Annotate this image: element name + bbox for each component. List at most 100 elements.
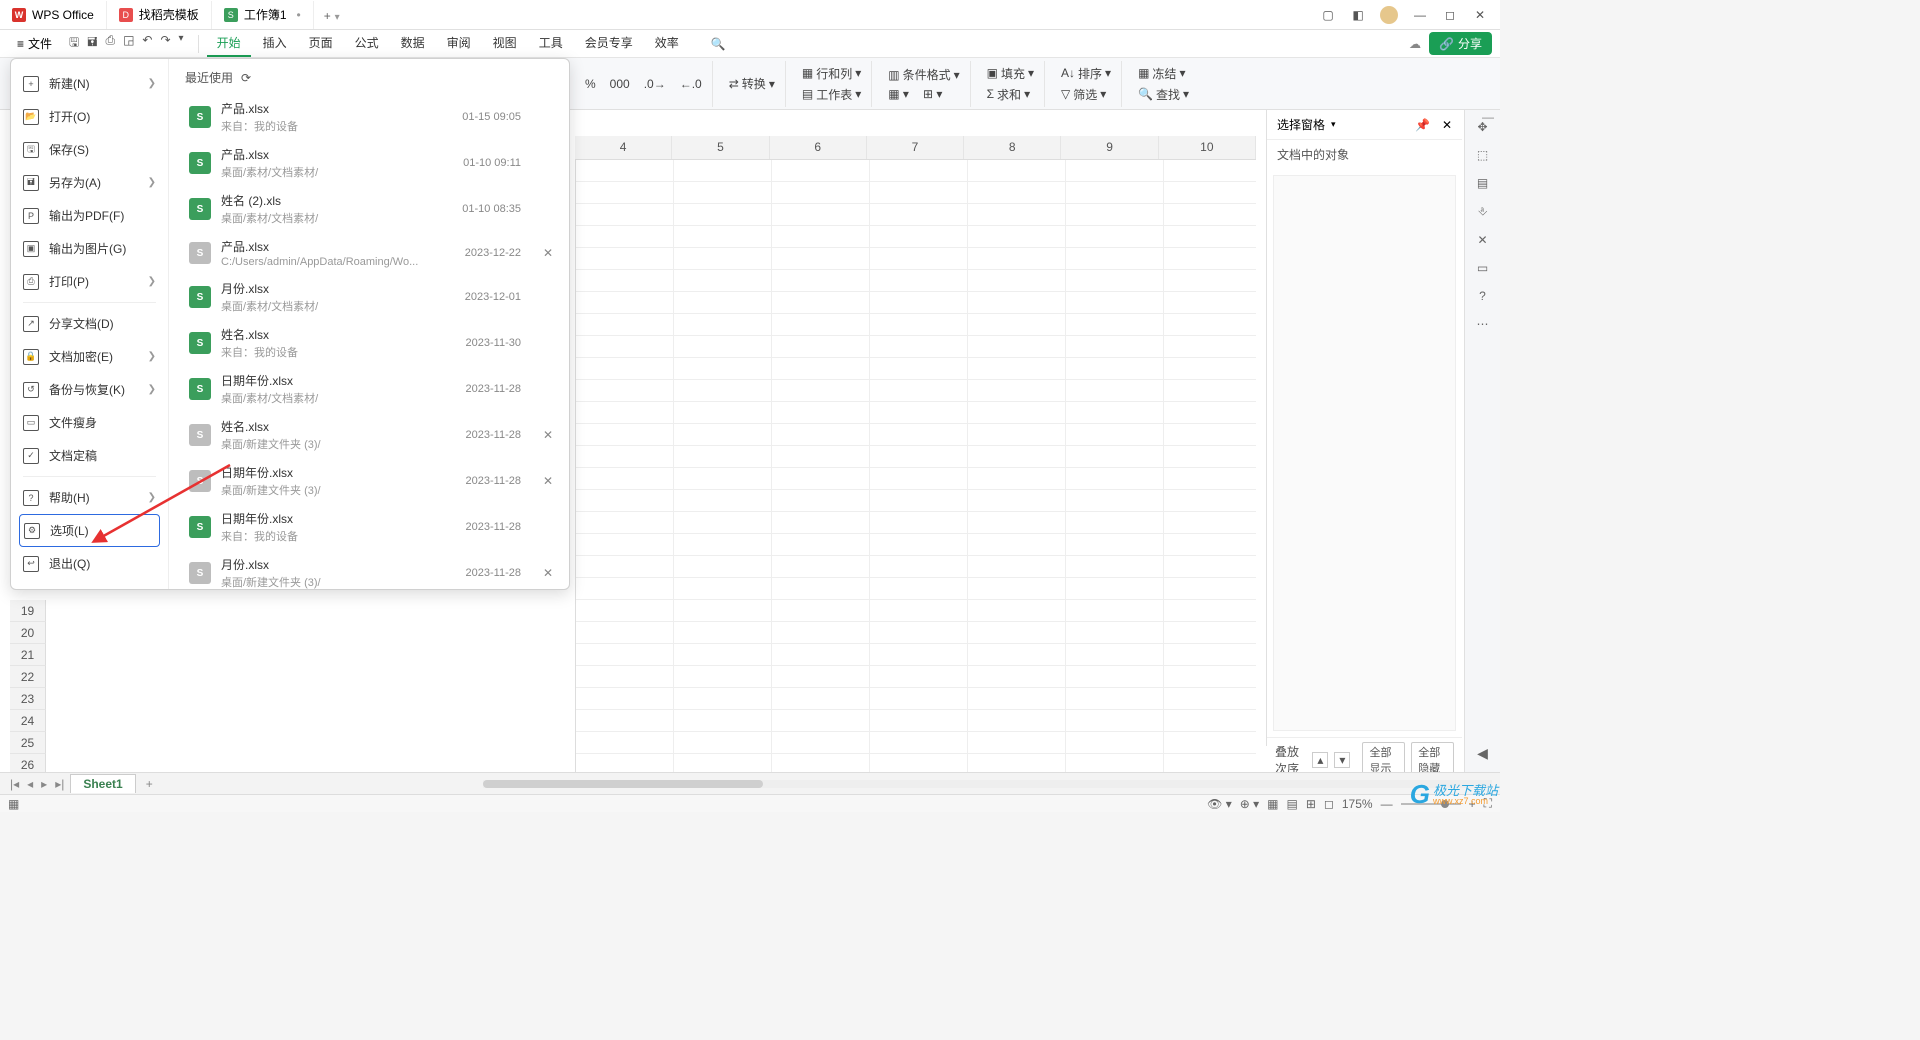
maximize-icon[interactable]: ◻ [1442, 7, 1458, 23]
recent-item[interactable]: S 日期年份.xlsx 桌面/素材/文档素材/ 2023-11-28 [185, 366, 559, 412]
recent-item[interactable]: S 产品.xlsx 来自：我的设备 01-15 09:05 [185, 94, 559, 140]
recent-remove-icon[interactable]: ✕ [541, 246, 555, 260]
col-header[interactable]: 5 [672, 136, 769, 159]
minimize-icon[interactable]: — [1412, 7, 1428, 23]
row-header[interactable]: 20 [10, 622, 46, 644]
tab-page[interactable]: 页面 [299, 30, 343, 57]
file-open[interactable]: 📂打开(O) [11, 100, 168, 133]
tab-member[interactable]: 会员专享 [575, 30, 643, 57]
redo-icon[interactable]: ↷ [160, 33, 170, 54]
row-header[interactable]: 21 [10, 644, 46, 666]
worksheet-button[interactable]: ▤工作表 ▾ [798, 85, 865, 104]
sum-button[interactable]: Σ求和 ▾ [983, 85, 1038, 104]
file-save[interactable]: 🖫保存(S) [11, 133, 168, 166]
fill-button[interactable]: ▣填充 ▾ [983, 64, 1038, 83]
sheet-add-button[interactable]: + [140, 777, 159, 791]
row-header[interactable]: 24 [10, 710, 46, 732]
recent-item[interactable]: S 产品.xlsx 桌面/素材/文档素材/ 01-10 09:11 [185, 140, 559, 186]
recent-item[interactable]: S 月份.xlsx 桌面/素材/文档素材/ 2023-12-01 [185, 274, 559, 320]
recent-remove-icon[interactable]: ✕ [541, 474, 555, 488]
recent-item[interactable]: S 日期年份.xlsx 桌面/新建文件夹 (3)/ 2023-11-28 ✕ [185, 458, 559, 504]
panel-icon[interactable]: ▢ [1320, 7, 1336, 23]
tab-formula[interactable]: 公式 [345, 30, 389, 57]
app-tab-template[interactable]: D 找稻壳模板 [107, 1, 212, 29]
recent-item[interactable]: S 产品.xlsx C:/Users/admin/AppData/Roaming… [185, 232, 559, 274]
file-exit[interactable]: ↩退出(Q) [11, 547, 168, 580]
filter-button[interactable]: ▽筛选 ▾ [1057, 85, 1115, 104]
sheet-next-icon[interactable]: ▸ [39, 777, 49, 791]
sheet-first-icon[interactable]: |◂ [8, 777, 21, 791]
col-header[interactable]: 4 [575, 136, 672, 159]
percent-button[interactable]: % [581, 76, 600, 92]
print-icon[interactable]: ⎙ [105, 33, 115, 54]
print-preview-icon[interactable]: ◲ [123, 33, 134, 54]
tab-start[interactable]: 开始 [207, 30, 251, 57]
file-menu-button[interactable]: ≡ 文件 [8, 31, 61, 56]
search-icon[interactable]: 🔍 [711, 37, 726, 51]
refresh-icon[interactable]: ⟳ [241, 71, 251, 85]
app-tab-workbook[interactable]: S 工作簿1 • [212, 1, 314, 29]
decimal-dec-icon[interactable]: ←.0 [676, 76, 706, 92]
decimal-inc-icon[interactable]: .0→ [640, 76, 670, 92]
layout-icon[interactable]: ▤ [1477, 176, 1488, 190]
undo-icon[interactable]: ↶ [142, 33, 152, 54]
status-icon[interactable]: ▦ [8, 797, 19, 811]
zoom-out-icon[interactable]: — [1381, 797, 1393, 811]
book-icon[interactable]: ▭ [1477, 261, 1488, 275]
thousand-sep-icon[interactable]: 000 [606, 76, 634, 92]
file-final[interactable]: ✓文档定稿 [11, 439, 168, 472]
col-header[interactable]: 6 [770, 136, 867, 159]
file-help[interactable]: ?帮助(H)❯ [11, 481, 168, 514]
h-scrollbar[interactable] [483, 780, 1492, 788]
recent-remove-icon[interactable]: ✕ [541, 566, 555, 580]
order-down-icon[interactable]: ▾ [1334, 752, 1350, 768]
file-backup[interactable]: ↺备份与恢复(K)❯ [11, 373, 168, 406]
file-encrypt[interactable]: 🔒文档加密(E)❯ [11, 340, 168, 373]
convert-button[interactable]: ⇄转换 ▾ [725, 74, 779, 93]
view-read-icon[interactable]: ◻ [1324, 797, 1334, 811]
close-window-icon[interactable]: ✕ [1472, 7, 1488, 23]
cond-format-button[interactable]: ▥条件格式 ▾ [884, 65, 963, 84]
recent-remove-icon[interactable]: ✕ [541, 428, 555, 442]
collapse-icon[interactable]: — [1482, 110, 1494, 124]
file-slim[interactable]: ▭文件瘦身 [11, 406, 168, 439]
col-header[interactable]: 9 [1061, 136, 1158, 159]
tools-icon[interactable]: ✕ [1477, 233, 1487, 247]
expand-tri-icon[interactable]: ◀ [1477, 745, 1488, 762]
row-header[interactable]: 23 [10, 688, 46, 710]
row-header[interactable]: 25 [10, 732, 46, 754]
sort-button[interactable]: A↓排序 ▾ [1057, 64, 1115, 83]
recent-item[interactable]: S 姓名 (2).xls 桌面/素材/文档素材/ 01-10 08:35 [185, 186, 559, 232]
col-header[interactable]: 7 [867, 136, 964, 159]
cube-icon[interactable]: ◧ [1350, 7, 1366, 23]
user-avatar-icon[interactable] [1380, 6, 1398, 24]
tab-view[interactable]: 视图 [483, 30, 527, 57]
sheet-tab[interactable]: Sheet1 [70, 774, 135, 793]
file-print[interactable]: ⎙打印(P)❯ [11, 265, 168, 298]
save-icon[interactable]: 🖫 [69, 33, 79, 54]
view-normal-icon[interactable]: ▦ [1267, 797, 1278, 811]
file-options[interactable]: ⚙选项(L) [19, 514, 160, 547]
cloud-icon[interactable]: ☁ [1409, 37, 1421, 51]
recent-item[interactable]: S 月份.xlsx 桌面/新建文件夹 (3)/ 2023-11-28 ✕ [185, 550, 559, 589]
app-tab-wps[interactable]: W WPS Office [0, 1, 107, 29]
qa-dropdown-icon[interactable]: ▾ [179, 33, 184, 54]
tab-efficiency[interactable]: 效率 [645, 30, 689, 57]
tab-insert[interactable]: 插入 [253, 30, 297, 57]
tab-add-button[interactable]: + ▾ [314, 7, 350, 23]
split-icon[interactable]: ⊞ ▾ [919, 86, 946, 102]
file-share[interactable]: ↗分享文档(D) [11, 307, 168, 340]
eye-icon[interactable]: 👁 ▾ [1207, 797, 1232, 811]
scroll-thumb[interactable] [483, 780, 763, 788]
freeze-button[interactable]: ▦冻结 ▾ [1134, 64, 1193, 83]
order-up-icon[interactable]: ▴ [1312, 752, 1328, 768]
row-header[interactable]: 22 [10, 666, 46, 688]
view-break-icon[interactable]: ⊞ [1306, 797, 1316, 811]
target-icon[interactable]: ⊕ ▾ [1240, 797, 1259, 811]
share-button[interactable]: 🔗 分享 [1429, 32, 1492, 55]
file-saveas[interactable]: 🖬另存为(A)❯ [11, 166, 168, 199]
file-pdf[interactable]: P输出为PDF(F) [11, 199, 168, 232]
style-icon[interactable]: ⬚ [1477, 148, 1488, 162]
file-new[interactable]: +新建(N)❯ [11, 67, 168, 100]
sheet-last-icon[interactable]: ▸| [53, 777, 66, 791]
